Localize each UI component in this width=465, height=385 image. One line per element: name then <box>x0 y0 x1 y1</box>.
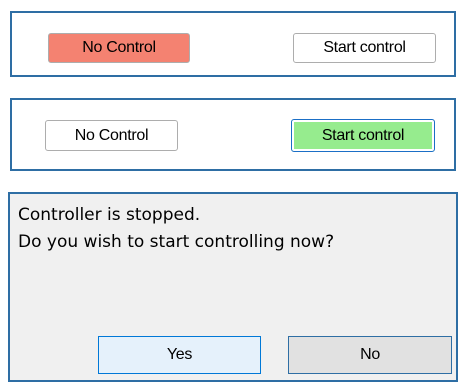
dialog-message-line: Do you wish to start controlling now? <box>18 232 335 252</box>
control-panel-stopped: No Control Start control <box>10 11 456 77</box>
control-panel-running: No Control Start control <box>10 98 456 171</box>
start-control-button[interactable]: Start control <box>291 119 435 152</box>
no-button[interactable]: No <box>288 336 452 374</box>
start-control-button[interactable]: Start control <box>293 33 436 63</box>
yes-button[interactable]: Yes <box>98 336 261 374</box>
confirm-start-dialog: Controller is stopped. Do you wish to st… <box>8 192 458 382</box>
no-control-button[interactable]: No Control <box>48 33 190 63</box>
no-control-button[interactable]: No Control <box>45 120 178 151</box>
dialog-message-line: Controller is stopped. <box>18 205 201 225</box>
